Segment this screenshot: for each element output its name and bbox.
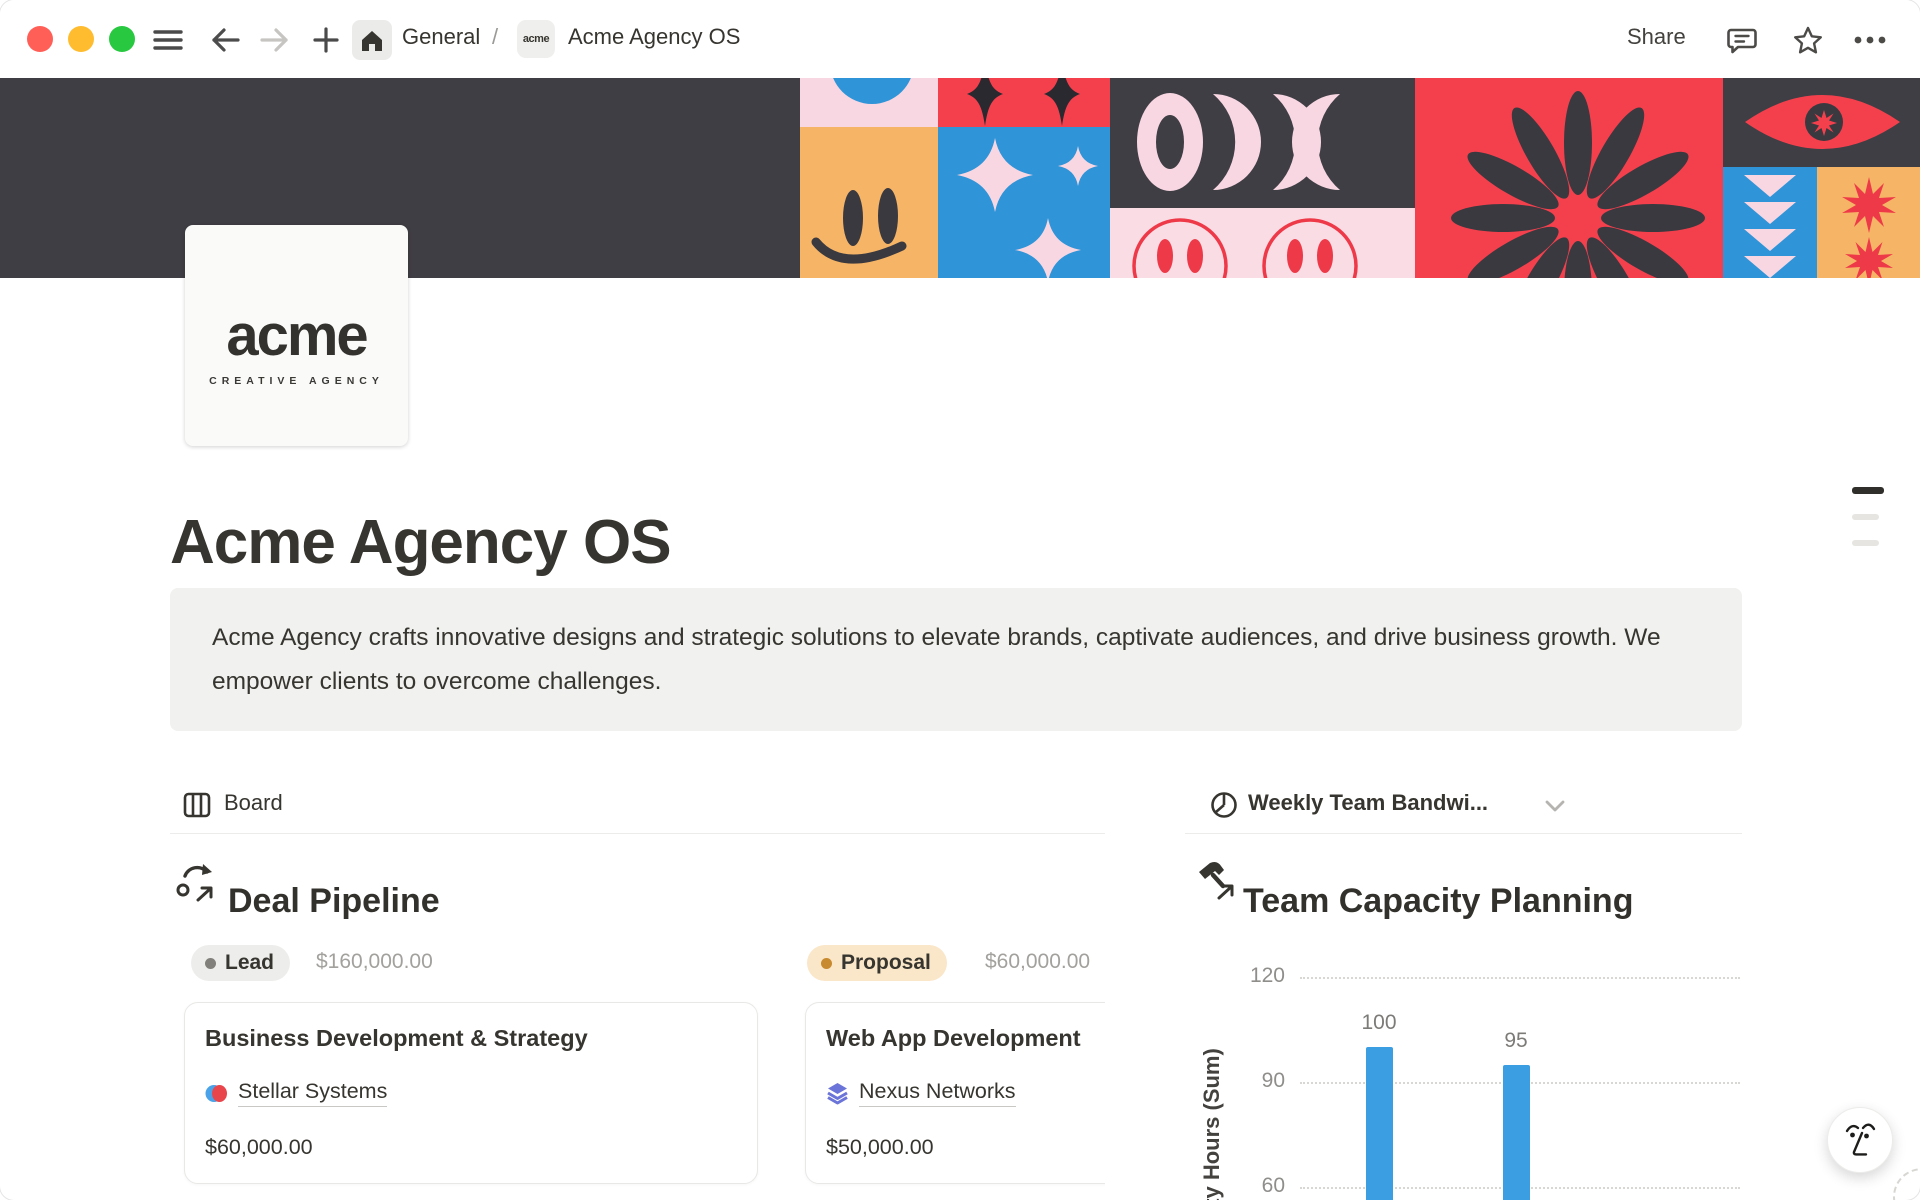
hammer-icon xyxy=(1195,860,1239,902)
divider xyxy=(170,833,1105,834)
toc-indicator[interactable] xyxy=(1852,487,1886,566)
tab-board[interactable]: Board xyxy=(224,790,283,816)
y-tick-label: 60 xyxy=(1223,1174,1285,1198)
logo-subtext: CREATIVE AGENCY xyxy=(185,375,408,387)
ellipsis-icon xyxy=(1854,36,1886,44)
new-page-button[interactable] xyxy=(306,20,346,60)
minimize-button[interactable] xyxy=(68,26,94,52)
star-icon xyxy=(1792,25,1824,56)
ai-face-icon xyxy=(1841,1120,1879,1160)
deal-amount: $50,000.00 xyxy=(826,1135,934,1160)
bar-value-label: 100 xyxy=(1339,1011,1419,1035)
back-button[interactable] xyxy=(205,20,245,60)
deal-card[interactable]: Web App Development Nexus Networks $50,0… xyxy=(805,1002,1105,1184)
chevron-down-icon[interactable] xyxy=(1545,800,1565,813)
team-capacity-heading[interactable]: Team Capacity Planning xyxy=(1243,882,1633,921)
comments-button[interactable] xyxy=(1722,20,1762,60)
status-label: Lead xyxy=(225,951,274,975)
view-selector[interactable]: Weekly Team Bandwi... xyxy=(1248,790,1488,816)
status-badge-proposal[interactable]: Proposal xyxy=(807,945,947,981)
breadcrumb-page-icon[interactable]: acme xyxy=(517,20,555,58)
comment-icon xyxy=(1727,25,1757,55)
status-badge-lead[interactable]: Lead xyxy=(191,945,290,981)
bar-value-label: 95 xyxy=(1476,1029,1556,1053)
titlebar: General / acme Acme Agency OS Share xyxy=(0,0,1920,78)
capacity-chart: Capacity Hours (Sum) 120 90 60 100 95 xyxy=(1185,918,1742,1200)
menu-icon[interactable] xyxy=(148,20,188,60)
maximize-button[interactable] xyxy=(109,26,135,52)
card-title: Business Development & Strategy xyxy=(205,1025,588,1052)
status-dot xyxy=(821,958,832,969)
close-button[interactable] xyxy=(27,26,53,52)
toc-bar-active[interactable] xyxy=(1852,487,1884,494)
callout-text: Acme Agency crafts innovative designs an… xyxy=(212,616,1732,704)
capacity-bar[interactable] xyxy=(1366,1047,1393,1200)
team-capacity-section: Weekly Team Bandwi... Team Capacity Plan… xyxy=(1185,778,1742,1200)
page-title[interactable]: Acme Agency OS xyxy=(170,507,671,578)
client-avatar xyxy=(205,1082,228,1105)
client-avatar xyxy=(826,1082,849,1105)
group-sum: $60,000.00 xyxy=(985,950,1090,974)
toc-bar[interactable] xyxy=(1852,540,1879,546)
callout-block[interactable]: Acme Agency crafts innovative designs an… xyxy=(170,588,1742,731)
y-tick-label: 120 xyxy=(1223,964,1285,988)
client-link[interactable]: Stellar Systems xyxy=(238,1079,387,1107)
y-axis-label: Capacity Hours (Sum) xyxy=(1199,1048,1225,1200)
status-dot xyxy=(205,958,216,969)
breadcrumb-page[interactable]: Acme Agency OS xyxy=(568,24,740,50)
status-label: Proposal xyxy=(841,951,931,975)
deal-pipeline-section: Board Deal Pipeline Lead $160,000.00 Bus… xyxy=(170,778,1105,1200)
capacity-bar[interactable] xyxy=(1503,1065,1530,1200)
pipeline-icon xyxy=(176,862,220,904)
deal-card[interactable]: Business Development & Strategy Stellar … xyxy=(184,1002,758,1184)
gridline xyxy=(1300,977,1740,979)
board-icon xyxy=(183,792,211,818)
pie-chart-icon xyxy=(1210,791,1238,819)
y-tick-label: 90 xyxy=(1223,1069,1285,1093)
breadcrumb-separator: / xyxy=(492,24,498,50)
home-icon xyxy=(359,28,385,53)
home-button[interactable] xyxy=(352,20,392,60)
forward-button[interactable] xyxy=(255,20,295,60)
divider xyxy=(1185,833,1742,834)
client-link[interactable]: Nexus Networks xyxy=(859,1079,1016,1107)
decorative-dashed-circle xyxy=(1893,1168,1920,1200)
app-window: General / acme Acme Agency OS Share xyxy=(0,0,1920,1200)
cover-image: acme CREATIVE AGENCY xyxy=(0,78,1920,278)
logo-text: acme xyxy=(185,307,408,365)
toc-bar[interactable] xyxy=(1852,514,1879,520)
share-button[interactable]: Share xyxy=(1627,24,1686,50)
deal-amount: $60,000.00 xyxy=(205,1135,313,1160)
breadcrumb-workspace[interactable]: General xyxy=(402,24,480,50)
ai-assistant-button[interactable] xyxy=(1827,1107,1893,1173)
card-title: Web App Development xyxy=(826,1025,1081,1052)
workspace-logo-card: acme CREATIVE AGENCY xyxy=(185,225,408,446)
deal-pipeline-heading[interactable]: Deal Pipeline xyxy=(228,882,440,921)
group-sum: $160,000.00 xyxy=(316,950,433,974)
more-button[interactable] xyxy=(1850,20,1890,60)
favorite-button[interactable] xyxy=(1788,20,1828,60)
